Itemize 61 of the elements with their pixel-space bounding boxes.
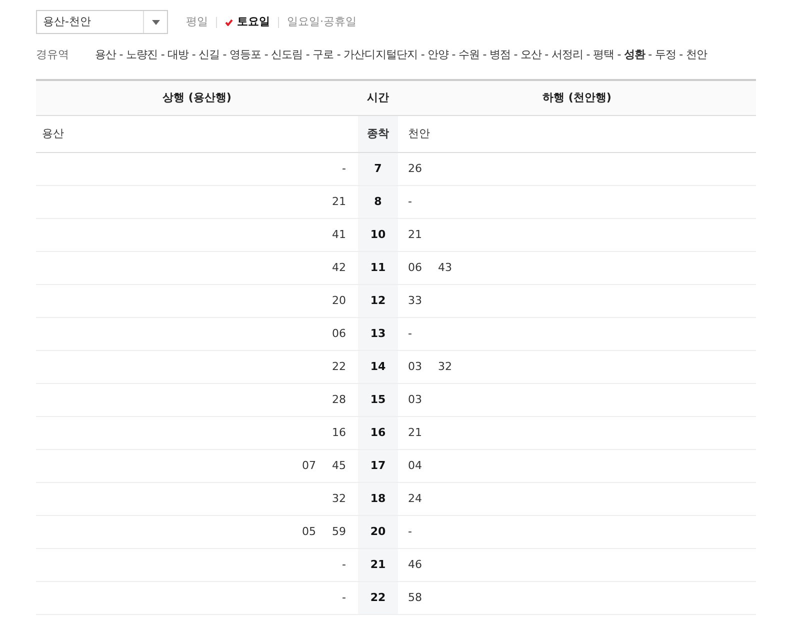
minute-value: 43 <box>438 260 452 276</box>
minute-value: - <box>408 524 412 540</box>
minute-value: 24 <box>408 490 422 507</box>
caret-icon <box>152 20 160 24</box>
check-icon <box>225 18 233 26</box>
minute-value: 42 <box>332 260 346 276</box>
minute-value: 03 <box>408 392 422 408</box>
select-value: 용산-천안 <box>42 14 92 30</box>
hour-value: 7 <box>374 162 382 175</box>
minute-value: 07 <box>302 458 316 474</box>
minute-value: - <box>408 326 412 342</box>
minute-value: 16 <box>332 424 346 441</box>
minute-value: 06 <box>332 326 346 342</box>
hour-value: 21 <box>370 558 386 571</box>
day-tab[interactable]: 토요일 <box>225 14 270 30</box>
minute-value: 21 <box>408 424 422 441</box>
minute-value: 03 <box>408 358 422 375</box>
minute-value: 45 <box>332 458 346 474</box>
minute-value: 32 <box>332 490 346 507</box>
hour-value: 12 <box>370 294 386 307</box>
minute-value: 46 <box>408 556 422 573</box>
minute-value: 28 <box>332 392 346 408</box>
hour-value: 11 <box>370 260 386 274</box>
station-label: 용산 <box>42 126 64 140</box>
minute-value: 22 <box>332 358 346 375</box>
minute-value: - <box>342 556 346 573</box>
day-tab[interactable]: 일요일·공휴일 <box>287 14 356 30</box>
hour-value: 8 <box>374 194 382 208</box>
minute-value: 05 <box>302 524 316 540</box>
hour-value: 16 <box>370 426 386 439</box>
hour-value: 20 <box>370 524 386 538</box>
column-header: 상행 (용산행) <box>162 90 232 104</box>
station-list: 용산 - 노량진 - 대방 - 신길 - 영등포 - 신도림 - 구로 - 가산디지털단지 - 안양 - 수원 - 병점 - 오산 - 서정리 - 평택 - 성환 - 두정 - 천안 <box>95 47 708 64</box>
hour-header: 종착 <box>367 126 389 140</box>
minute-value: 04 <box>408 458 422 474</box>
minute-value: 20 <box>332 292 346 309</box>
minute-value: 41 <box>332 226 346 243</box>
minute-value: 32 <box>438 358 452 375</box>
minute-value: 59 <box>332 524 346 540</box>
minute-value: 26 <box>408 160 422 177</box>
minute-value: - <box>408 194 412 210</box>
minute-value: 21 <box>332 194 346 210</box>
hour-value: 10 <box>370 228 386 241</box>
column-header: 하행 (천안행) <box>542 90 612 104</box>
hour-value: 17 <box>370 458 386 472</box>
column-header: 시간 <box>367 90 389 104</box>
minute-value: - <box>342 160 346 177</box>
hour-value: 14 <box>370 360 386 373</box>
hour-value: 18 <box>370 492 386 505</box>
line-select[interactable]: 용산-천안 <box>36 10 168 34</box>
hour-value: 15 <box>370 392 386 406</box>
minute-value: 33 <box>408 292 422 309</box>
route-label: 경유역 <box>36 47 70 63</box>
minute-value: 21 <box>408 226 422 243</box>
minute-value: 06 <box>408 260 422 276</box>
station-label: 천안 <box>408 126 430 140</box>
minute-value: - <box>342 590 346 606</box>
minute-value: 58 <box>408 590 422 606</box>
day-tab[interactable]: 평일 <box>186 14 208 30</box>
hour-value: 22 <box>370 590 386 604</box>
hour-value: 13 <box>370 326 386 340</box>
